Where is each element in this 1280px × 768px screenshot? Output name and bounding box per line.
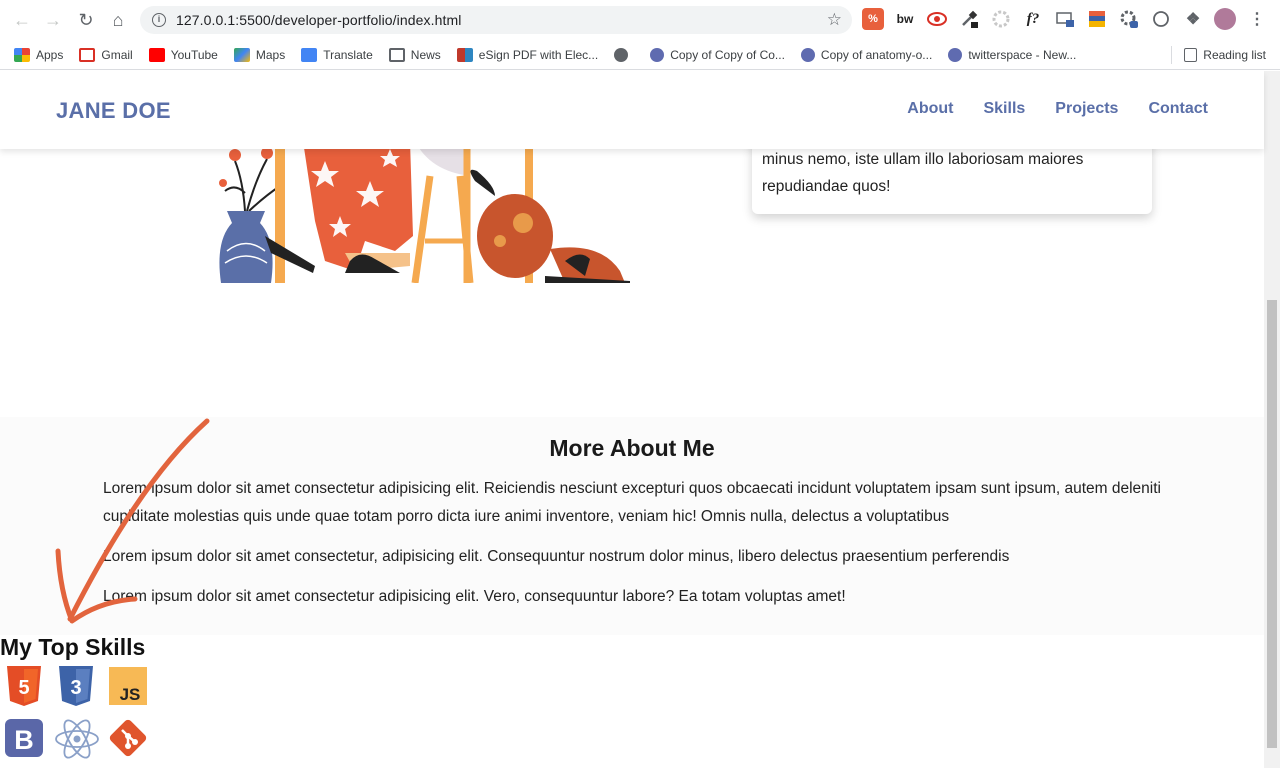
bookmark-youtube[interactable]: YouTube (148, 47, 218, 62)
reading-list-label: Reading list (1203, 47, 1266, 62)
bookmark-label: twitterspace - New... (968, 47, 1077, 62)
more-about-paragraph-3: Lorem ipsum dolor sit amet consectetur a… (103, 588, 846, 605)
bookmark-maps[interactable]: Maps (233, 47, 286, 62)
more-about-section: More About Me Lorem ipsum dolor sit amet… (0, 417, 1264, 635)
bookmark-news[interactable]: News (388, 47, 441, 62)
scrollbar-thumb[interactable] (1267, 300, 1277, 748)
eyedropper-extension-icon[interactable] (958, 8, 980, 30)
bookmark-label: Gmail (101, 47, 133, 62)
reading-list-icon (1184, 47, 1198, 62)
gmail-icon (79, 47, 96, 62)
nav-link-contact[interactable]: Contact (1148, 100, 1208, 118)
more-about-paragraph-2: Lorem ipsum dolor sit amet consectetur, … (103, 548, 1010, 565)
css3-label: 3 (70, 677, 81, 699)
nav-link-about[interactable]: About (907, 100, 953, 118)
more-about-paragraph-1: Lorem ipsum dolor sit amet consectetur a… (103, 480, 1161, 525)
font-extension-icon[interactable]: f? (1022, 8, 1044, 30)
bookmarks-bar: Apps Gmail YouTube Maps Translate News e… (0, 40, 1280, 70)
git-icon (108, 718, 148, 758)
about-card-text: minus nemo, iste ullam illo laboriosam m… (762, 151, 1084, 195)
profile-avatar[interactable] (1214, 8, 1236, 30)
bookmarks-divider (1171, 46, 1172, 64)
html5-label: 5 (18, 677, 29, 699)
bookmark-label: Apps (36, 47, 64, 62)
address-url[interactable]: 127.0.0.1:5500/developer-portfolio/index… (176, 12, 461, 28)
globe-icon (614, 47, 629, 62)
bookmark-label: Translate (323, 47, 373, 62)
bookmark-copy-of-copy[interactable]: Copy of Copy of Co... (650, 47, 785, 62)
css3-icon: 3 (57, 666, 95, 706)
about-illustration (205, 141, 635, 283)
bw-extension-icon[interactable]: bw (894, 8, 916, 30)
maps-icon (233, 47, 250, 62)
forward-icon[interactable]: → (37, 4, 69, 36)
bookmark-label: Maps (255, 47, 286, 62)
grey-extension-icon[interactable] (990, 8, 1012, 30)
esign-icon (456, 47, 473, 62)
bootstrap-label: B (14, 725, 34, 755)
circle-extension-icon[interactable] (1150, 8, 1172, 30)
page-scrollbar[interactable] (1264, 71, 1280, 768)
site-nav: About Skills Projects Contact (907, 100, 1208, 118)
page-viewport: JANE DOE About Skills Projects Contact m… (0, 71, 1280, 768)
bookmark-apps[interactable]: Apps (14, 47, 64, 62)
site-header: JANE DOE About Skills Projects Contact (0, 71, 1264, 149)
eye-extension-icon[interactable] (926, 8, 948, 30)
bookmark-translate[interactable]: Translate (301, 47, 373, 62)
bookmark-label: Copy of anatomy-o... (820, 47, 933, 62)
javascript-icon: JS (109, 667, 147, 705)
bookmark-twitterspace[interactable]: twitterspace - New... (948, 47, 1077, 62)
bookmark-label: YouTube (170, 47, 218, 62)
browser-toolbar: ← → ↻ ⌂ i 127.0.0.1:5500/developer-portf… (0, 0, 1280, 40)
c-icon (650, 47, 665, 62)
javascript-label: JS (120, 685, 141, 704)
address-bar[interactable]: i 127.0.0.1:5500/developer-portfolio/ind… (140, 6, 852, 34)
colorful-extension-icon[interactable] (1086, 8, 1108, 30)
nav-link-skills[interactable]: Skills (983, 100, 1025, 118)
react-icon (54, 719, 100, 759)
bookmark-star-icon[interactable]: ☆ (827, 10, 842, 30)
skills-title: My Top Skills (0, 634, 146, 660)
reload-icon[interactable]: ↻ (70, 4, 102, 36)
nav-link-projects[interactable]: Projects (1055, 100, 1118, 118)
html5-icon: 5 (5, 666, 43, 706)
bookmark-label: Copy of Copy of Co... (670, 47, 785, 62)
bookmark-label: News (410, 47, 441, 62)
extensions-bar: % bw f? ❖ ⋮ (862, 8, 1268, 30)
bootstrap-icon: B (5, 719, 43, 757)
reading-list-button[interactable]: Reading list (1184, 47, 1266, 62)
browser-menu-icon[interactable]: ⋮ (1246, 8, 1268, 30)
puzzle-extensions-icon[interactable]: ❖ (1182, 8, 1204, 30)
more-about-title: More About Me (549, 435, 715, 461)
youtube-icon (148, 47, 165, 62)
bookmark-copy-of-anatomy[interactable]: Copy of anatomy-o... (800, 47, 933, 62)
settings-extension-icon[interactable] (1118, 8, 1140, 30)
bookmark-label: eSign PDF with Elec... (478, 47, 599, 62)
site-info-icon[interactable]: i (152, 13, 166, 27)
c-icon (800, 47, 815, 62)
bookmark-globe[interactable] (614, 47, 634, 62)
home-icon[interactable]: ⌂ (102, 4, 134, 36)
site-logo[interactable]: JANE DOE (56, 98, 171, 124)
news-icon (388, 47, 405, 62)
translate-icon (301, 47, 318, 62)
bookmark-gmail[interactable]: Gmail (79, 47, 133, 62)
cast-extension-icon[interactable] (1054, 8, 1076, 30)
c-icon (948, 47, 963, 62)
bookmark-esign[interactable]: eSign PDF with Elec... (456, 47, 599, 62)
apps-grid-icon (14, 47, 30, 62)
percent-extension-icon[interactable]: % (862, 8, 884, 30)
back-icon[interactable]: ← (6, 4, 38, 36)
